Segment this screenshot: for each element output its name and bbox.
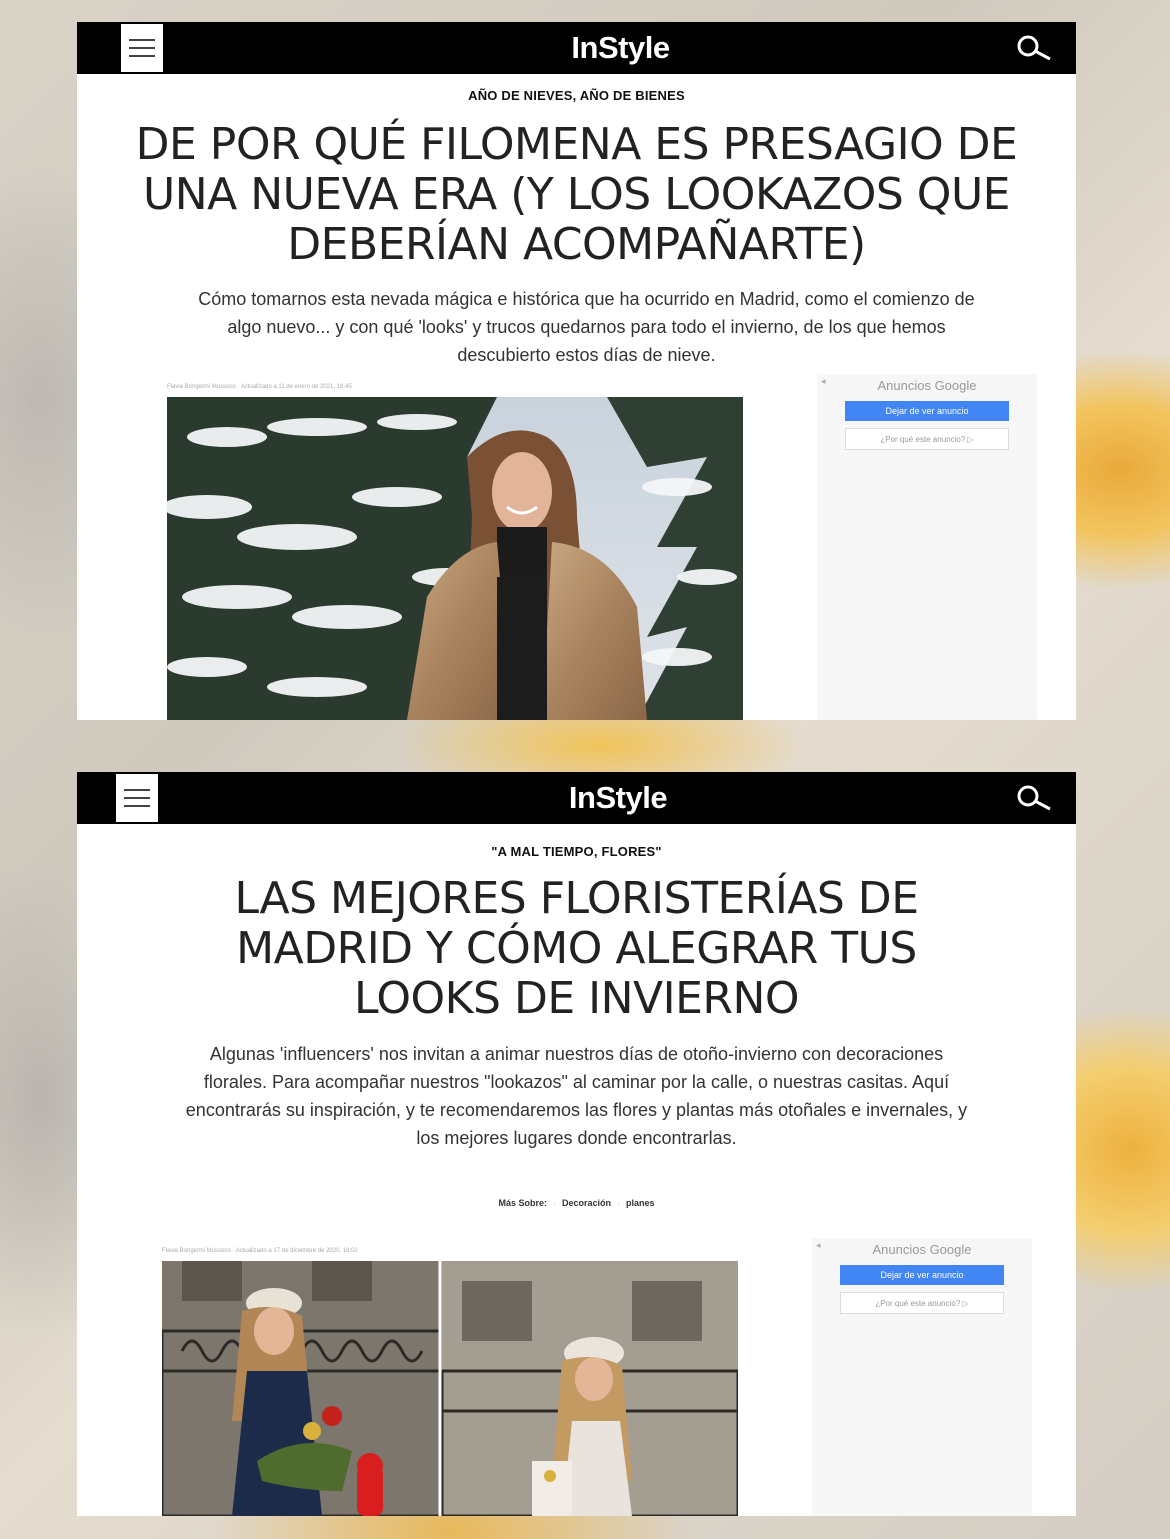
stop-ad-button[interactable]: Dejar de ver anuncio — [845, 401, 1009, 421]
article-card-1: InStyle AÑO DE NIEVES, AÑO DE BIENES DE … — [77, 22, 1076, 720]
article-kicker[interactable]: AÑO DE NIEVES, AÑO DE BIENES — [77, 88, 1076, 103]
why-ad-button[interactable]: ¿Por qué este anuncio? ▷ — [840, 1292, 1004, 1314]
header-main-bar: InStyle — [160, 772, 1076, 824]
stop-ad-button[interactable]: Dejar de ver anuncio — [840, 1265, 1004, 1285]
article-dek: Cómo tomarnos esta nevada mágica e histó… — [198, 289, 975, 365]
ad-label: Anuncios Google — [872, 1242, 972, 1257]
header-left-bar — [77, 772, 114, 824]
instyle-logo[interactable]: InStyle — [569, 780, 668, 816]
ad-label: Anuncios Google — [877, 378, 977, 393]
hamburger-menu-icon[interactable] — [119, 22, 165, 74]
instyle-logo[interactable]: InStyle — [571, 30, 670, 66]
article-byline: Flavia Bongiorni Mussoco · Actualizado a… — [167, 384, 352, 390]
hamburger-menu-icon[interactable] — [114, 772, 160, 824]
header-left-bar — [77, 22, 119, 74]
why-ad-button[interactable]: ¿Por qué este anuncio? ▷ — [845, 428, 1009, 450]
google-ad-panel: ◂ Anuncios Google Dejar de ver anuncio ¿… — [817, 374, 1037, 720]
tags-label: Más Sobre: — [498, 1198, 547, 1208]
article-card-2: InStyle "A MAL TIEMPO, FLORES" LAS MEJOR… — [77, 772, 1076, 1516]
tag-decoracion[interactable]: Decoración — [562, 1198, 611, 1208]
article-kicker[interactable]: "A MAL TIEMPO, FLORES" — [77, 844, 1076, 859]
article-headline: DE POR QUÉ FILOMENA ES PRESAGIO DE UNA N… — [135, 119, 1018, 270]
site-header: InStyle — [77, 772, 1076, 824]
site-header: InStyle — [77, 22, 1076, 74]
related-tags: Más Sobre: · Decoración · planes — [498, 1198, 655, 1208]
article-byline: Flavia Bongiorni Mussoco · Actualizado a… — [162, 1248, 358, 1254]
header-main-bar: InStyle — [165, 22, 1076, 74]
article-hero-image — [162, 1261, 738, 1516]
search-icon[interactable] — [1014, 784, 1054, 812]
article-dek: Algunas 'influencers' nos invitan a anim… — [185, 1044, 968, 1148]
search-icon[interactable] — [1014, 34, 1054, 62]
article-headline: LAS MEJORES FLORISTERÍAS DE MADRID Y CÓM… — [234, 873, 920, 1024]
article-hero-image — [167, 397, 743, 720]
tag-planes[interactable]: planes — [626, 1198, 655, 1208]
google-ad-panel: ◂ Anuncios Google Dejar de ver anuncio ¿… — [812, 1238, 1032, 1516]
